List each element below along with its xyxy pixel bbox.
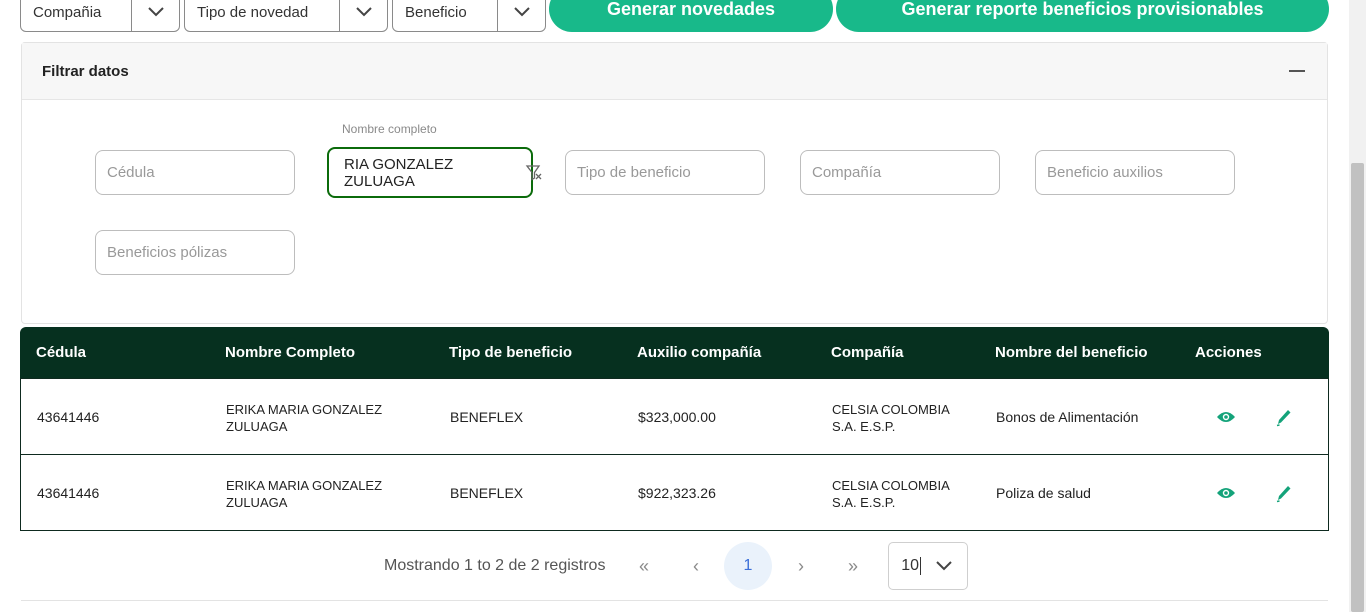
table-header: Cédula Nombre Completo Tipo de beneficio… (20, 327, 1329, 378)
clear-filter-icon[interactable] (525, 164, 543, 187)
cell-name-line-1: ERIKA MARIA GONZALEZ (226, 402, 383, 417)
cell-cedula: 43641446 (37, 485, 100, 501)
edit-pencil-icon[interactable] (1275, 407, 1293, 432)
cell-company: CELSIA COLOMBIA S.A. E.S.P. (832, 401, 950, 435)
aux-benefit-input[interactable]: Beneficio auxilios (1035, 150, 1235, 195)
filter-panel-title: Filtrar datos (42, 62, 129, 80)
scrollbar-thumb[interactable] (1351, 163, 1364, 612)
column-header-name[interactable]: Nombre Completo (225, 327, 355, 378)
eye-icon[interactable] (1216, 486, 1236, 505)
cell-benefit-type: BENEFLEX (450, 409, 524, 425)
benefit-select[interactable]: Beneficio (392, 0, 546, 32)
collapse-icon[interactable] (1289, 70, 1305, 72)
novelty-type-select[interactable]: Tipo de novedad (184, 0, 388, 32)
cell-name-line-2: ZULUAGA (226, 495, 288, 510)
cell-name-line-2: ZULUAGA (226, 419, 288, 434)
first-page-icon[interactable]: « (629, 551, 659, 581)
column-header-company[interactable]: Compañía (831, 327, 904, 378)
generate-news-button[interactable]: Generar novedades (549, 0, 833, 32)
cedula-input[interactable]: Cédula (95, 150, 295, 195)
novelty-type-select-value: Tipo de novedad (197, 3, 309, 21)
table-row: 43641446 ERIKA MARIA GONZALEZ ZULUAGA BE… (20, 378, 1329, 455)
column-header-actions: Acciones (1195, 344, 1262, 361)
page-size-select[interactable]: 10 (888, 542, 968, 590)
column-header-aux[interactable]: Auxilio compañía (637, 327, 761, 378)
cell-name-line-1: ERIKA MARIA GONZALEZ (226, 478, 383, 493)
eye-icon[interactable] (1216, 410, 1236, 429)
last-page-icon[interactable]: » (838, 551, 868, 581)
filter-panel-header[interactable]: Filtrar datos (22, 43, 1327, 100)
cell-name: ERIKA MARIA GONZALEZ ZULUAGA (226, 401, 382, 435)
column-header-cedula[interactable]: Cédula (36, 327, 86, 378)
page: Compañia Tipo de novedad Beneficio Gener… (0, 0, 1366, 612)
policies-benefit-input[interactable]: Beneficios pólizas (95, 230, 295, 275)
company-select[interactable]: Compañia (20, 0, 180, 32)
next-page-icon[interactable]: › (786, 551, 816, 581)
divider (21, 600, 1328, 601)
page-size-value: 10 (889, 557, 921, 575)
benefit-select-value: Beneficio (405, 3, 467, 21)
cell-company-line-2: S.A. E.S.P. (832, 495, 896, 510)
company-select-value: Compañia (33, 3, 102, 21)
cell-company: CELSIA COLOMBIA S.A. E.S.P. (832, 477, 950, 511)
chevron-down-icon[interactable] (339, 0, 387, 31)
chevron-down-icon[interactable] (497, 0, 545, 31)
pagination-summary: Mostrando 1 to 2 de 2 registros (384, 557, 606, 574)
column-header-benefit-name[interactable]: Nombre del beneficio (995, 327, 1148, 378)
full-name-input[interactable]: RIA GONZALEZ ZULUAGA (327, 147, 533, 198)
full-name-value: RIA GONZALEZ ZULUAGA (344, 155, 454, 190)
cell-benefit-type: BENEFLEX (450, 485, 524, 501)
cell-company-line-2: S.A. E.S.P. (832, 419, 896, 434)
generate-report-button[interactable]: Generar reporte beneficios provisionable… (836, 0, 1329, 32)
edit-pencil-icon[interactable] (1275, 483, 1293, 508)
cell-name: ERIKA MARIA GONZALEZ ZULUAGA (226, 477, 382, 511)
company-input[interactable]: Compañía (800, 150, 1000, 195)
table-row: 43641446 ERIKA MARIA GONZALEZ ZULUAGA BE… (20, 454, 1329, 531)
column-header-benefit-type[interactable]: Tipo de beneficio (449, 327, 572, 378)
cell-cedula: 43641446 (37, 409, 100, 425)
cell-aux: $323,000.00 (638, 409, 716, 425)
page-button-current[interactable]: 1 (724, 542, 772, 590)
cell-benefit-name: Poliza de salud (996, 485, 1091, 501)
benefit-type-input[interactable]: Tipo de beneficio (565, 150, 765, 195)
cell-company-line-1: CELSIA COLOMBIA (832, 478, 950, 493)
name-field-label: Nombre completo (342, 122, 437, 136)
cell-benefit-name: Bonos de Alimentación (996, 409, 1139, 425)
chevron-down-icon[interactable] (921, 561, 967, 571)
prev-page-icon[interactable]: ‹ (681, 551, 711, 581)
cell-company-line-1: CELSIA COLOMBIA (832, 402, 950, 417)
cell-aux: $922,323.26 (638, 485, 716, 501)
chevron-down-icon[interactable] (131, 0, 179, 31)
